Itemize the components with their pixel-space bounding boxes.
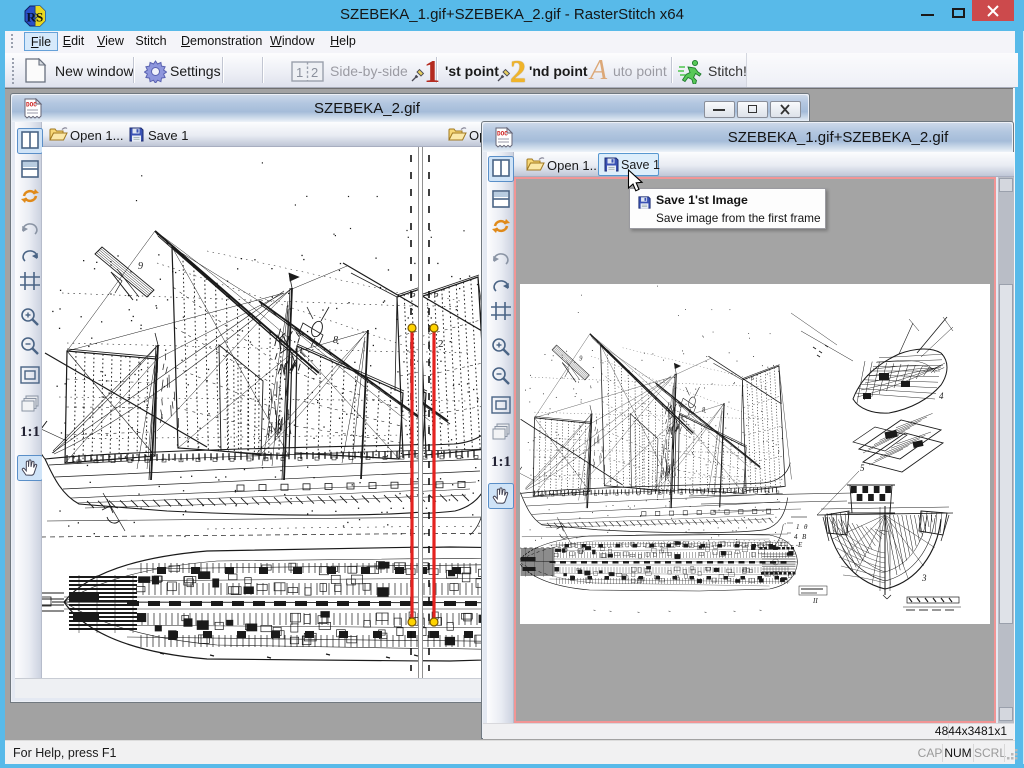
svg-text:2: 2 [438,338,444,350]
svg-text:1: 1 [796,523,800,531]
svg-text:1:1: 1:1 [20,424,40,440]
svg-text:B: B [802,533,807,541]
svg-text:DOC: DOC [26,102,37,109]
svg-text:θ: θ [804,523,808,531]
svg-text:II: II [812,597,818,605]
svg-text:5: 5 [860,463,865,473]
svg-text:E: E [797,541,803,549]
svg-text:DOC: DOC [497,131,508,138]
svg-text:R: R [27,10,37,25]
svg-text:3: 3 [921,573,927,583]
svg-text:1: 1 [296,65,303,80]
svg-text:S: S [36,10,43,25]
svg-text:4: 4 [794,533,798,541]
svg-text:2: 2 [311,65,318,80]
svg-text:4: 4 [939,391,944,401]
svg-text:1:1: 1:1 [491,454,511,470]
